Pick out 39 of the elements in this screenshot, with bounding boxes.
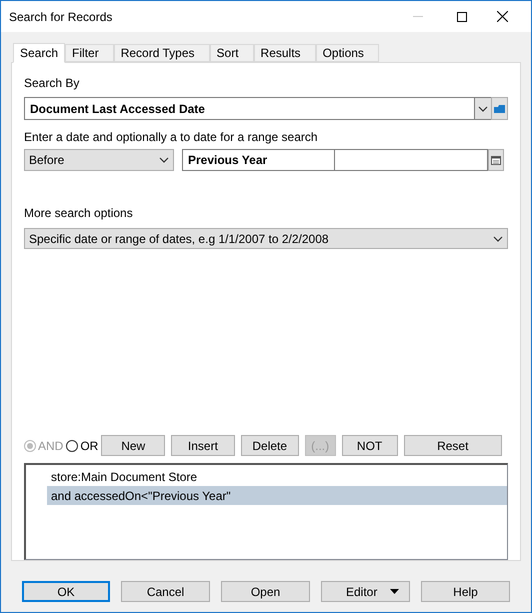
action-button[interactable]: New	[101, 435, 166, 456]
action-button[interactable]: NOT	[342, 435, 398, 456]
query-row[interactable]: and accessedOn<"Previous Year"	[47, 486, 507, 505]
tab[interactable]: Sort	[210, 44, 254, 62]
from-date-field[interactable]: Previous Year	[182, 149, 335, 171]
dialog-button[interactable]: Editor	[321, 581, 410, 602]
to-date-field[interactable]	[335, 149, 488, 171]
dialog-button[interactable]: Help	[421, 581, 510, 602]
operator-dropdown[interactable]: Before	[24, 149, 174, 171]
tab[interactable]: Options	[316, 44, 379, 62]
chevron-down-icon	[159, 157, 169, 163]
action-button[interactable]: Reset	[404, 435, 502, 456]
tab[interactable]: Filter	[65, 44, 114, 62]
close-icon[interactable]	[497, 11, 508, 22]
dialog-button[interactable]: Open	[221, 581, 310, 602]
calendar-button[interactable]	[488, 149, 504, 171]
more-options-dropdown[interactable]: Specific date or range of dates, e.g 1/1/2007 to 2/2/2008	[24, 228, 508, 249]
field-label: More search options	[24, 205, 134, 222]
chevron-down-icon	[478, 106, 488, 112]
dialog-button[interactable]: Cancel	[121, 581, 210, 602]
window-title: Search for Records	[9, 8, 114, 26]
action-button[interactable]: Insert	[171, 435, 235, 456]
search-by-dropdown[interactable]: Document Last Accessed Date	[24, 97, 475, 120]
radio-button[interactable]: OR	[66, 436, 98, 454]
tab[interactable]: Record Types	[114, 44, 210, 62]
folder-icon	[494, 104, 505, 112]
caret-icon	[390, 589, 399, 594]
chevron-down-icon	[493, 236, 503, 242]
dialog-button[interactable]: OK	[22, 581, 110, 602]
dropdown-button[interactable]	[475, 97, 491, 120]
browse-button[interactable]	[491, 97, 508, 120]
maximize-icon[interactable]	[457, 12, 467, 22]
tab[interactable]: Search	[13, 43, 66, 63]
field-label: Enter a date and optionally a to date for a range search	[24, 129, 319, 146]
tab[interactable]: Results	[254, 44, 316, 62]
calendar-icon	[491, 156, 501, 164]
action-button[interactable]: Delete	[240, 435, 299, 456]
field-label: Search By	[24, 75, 80, 92]
query-row[interactable]: store:Main Document Store	[47, 467, 507, 486]
